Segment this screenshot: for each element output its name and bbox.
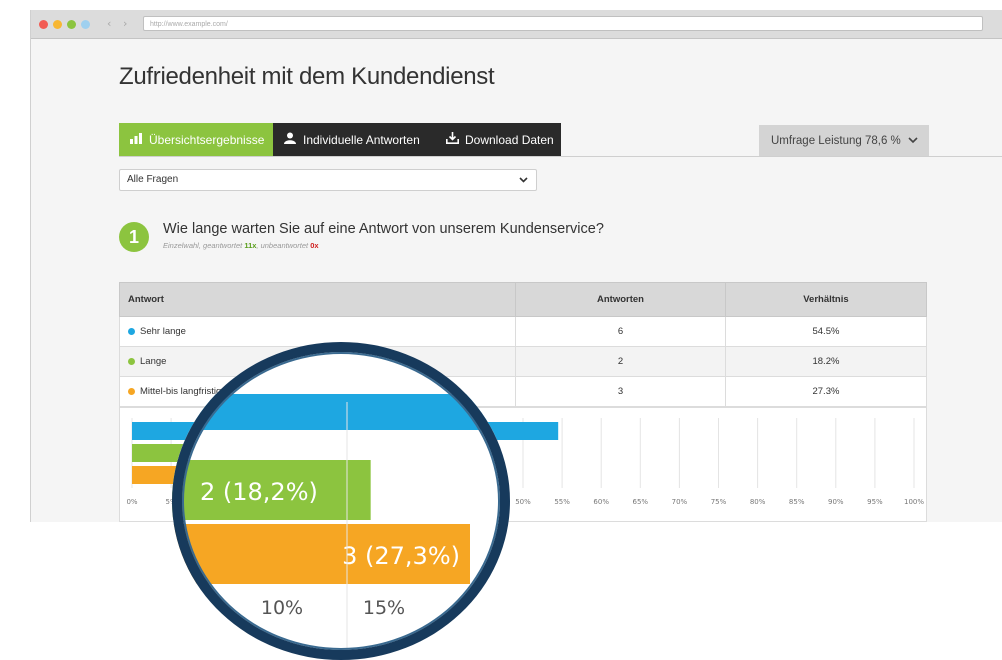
answer-label: Lange — [140, 356, 167, 367]
question-meta-prefix: Einzelwahl, geantwortet — [163, 241, 243, 250]
question-filter-value: Alle Fragen — [127, 174, 179, 185]
tab-individual-answers[interactable]: Individuelle Antworten — [273, 123, 435, 157]
count-cell: 6 — [515, 316, 726, 347]
page-content: Zufriedenheit mit dem Kundendienst Übers… — [31, 39, 1002, 522]
ratio-cell: 18.2% — [724, 346, 928, 377]
ratio-cell: 27.3% — [724, 376, 928, 407]
zoom-bar-blue — [172, 394, 510, 430]
minimize-window-dot[interactable] — [53, 20, 62, 29]
x-tick-label: 70% — [672, 498, 688, 506]
window-dot-extra — [81, 20, 90, 29]
tab-download-data[interactable]: Download Daten — [435, 123, 561, 157]
x-tick-label: 95% — [867, 498, 883, 506]
download-icon — [443, 123, 461, 157]
question-filter-select[interactable]: Alle Fragen — [119, 169, 537, 191]
bar-chart-icon — [127, 123, 145, 157]
browser-toolbar: ‹ › http://www.example.com/ — [31, 10, 1002, 39]
close-window-dot[interactable] — [39, 20, 48, 29]
answered-count: 11x — [244, 241, 257, 250]
question-number-badge: 1 — [119, 222, 149, 252]
series-color-dot — [128, 387, 135, 395]
address-bar[interactable]: http://www.example.com/ — [143, 16, 983, 31]
browser-window: ‹ › http://www.example.com/ Zufriedenhei… — [30, 10, 1002, 522]
zoom-tick-label: 10% — [261, 597, 303, 619]
x-tick-label: 65% — [633, 498, 649, 506]
forward-arrow-icon[interactable]: › — [123, 17, 127, 30]
count-cell: 3 — [515, 376, 726, 407]
tab-individual-label: Individuelle Antworten — [303, 133, 420, 147]
unanswered-count: 0x — [310, 241, 319, 250]
answer-label: Mittel-bis langfristig — [140, 386, 222, 397]
tab-bar-divider — [119, 156, 1002, 157]
column-header-count[interactable]: Antworten — [515, 282, 726, 317]
ratio-cell: 54.5% — [724, 316, 928, 347]
x-tick-label: 0% — [126, 498, 137, 506]
x-tick-label: 60% — [593, 498, 609, 506]
series-color-dot — [128, 327, 135, 335]
page-title: Zufriedenheit mit dem Kundendienst — [119, 63, 495, 90]
count-cell: 2 — [515, 346, 726, 377]
zoom-tick-label: 15% — [363, 597, 405, 619]
zoom-label-orange: 3 (27,3%) — [342, 542, 460, 570]
survey-performance-label: Umfrage Leistung 78,6 % — [771, 135, 901, 147]
tab-overview[interactable]: Übersichtsergebnisse — [119, 123, 273, 157]
x-tick-label: 85% — [789, 498, 805, 506]
question-meta: Einzelwahl, geantwortet 11x, unbeantwort… — [163, 241, 319, 250]
tab-download-label: Download Daten — [465, 133, 554, 147]
question-text: Wie lange warten Sie auf eine Antwort vo… — [163, 221, 604, 237]
answer-cell: Sehr lange — [118, 316, 517, 347]
x-tick-label: 100% — [904, 498, 924, 506]
x-tick-label: 50% — [515, 498, 531, 506]
user-icon — [281, 123, 299, 157]
answer-label: Sehr lange — [140, 326, 186, 337]
x-tick-label: 75% — [711, 498, 727, 506]
x-tick-label: 55% — [554, 498, 570, 506]
table-row: Sehr lange 6 54.5% — [118, 316, 928, 347]
maximize-window-dot[interactable] — [67, 20, 76, 29]
magnifier-lens: 2 (18,2%) 3 (27,3%) 10% 15% — [172, 342, 510, 660]
magnifier-zoomed-chart: 2 (18,2%) 3 (27,3%) 10% 15% — [172, 342, 510, 660]
zoom-label-green: 2 (18,2%) — [200, 478, 318, 506]
question-meta-mid: , unbeantwortet — [256, 241, 309, 250]
back-arrow-icon[interactable]: ‹ — [107, 17, 111, 30]
tab-overview-label: Übersichtsergebnisse — [149, 133, 265, 147]
chevron-down-icon — [908, 135, 918, 147]
chevron-down-icon — [519, 170, 528, 198]
column-header-ratio[interactable]: Verhältnis — [724, 282, 928, 317]
survey-performance-dropdown[interactable]: Umfrage Leistung 78,6 % — [759, 125, 929, 157]
series-color-dot — [128, 357, 135, 365]
table-header-row: Antwort Antworten Verhältnis — [118, 282, 928, 317]
column-header-answer[interactable]: Antwort — [118, 282, 517, 317]
x-tick-label: 90% — [828, 498, 844, 506]
x-tick-label: 80% — [750, 498, 766, 506]
